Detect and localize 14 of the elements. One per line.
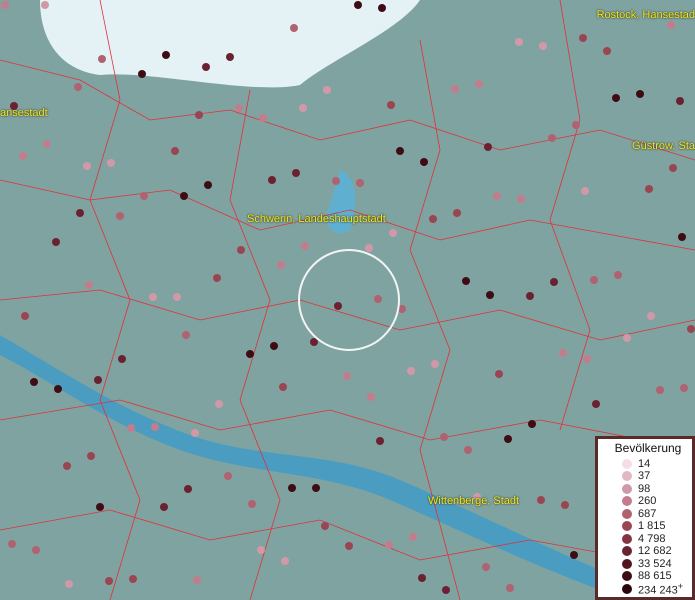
legend-title: Bevölkerung	[614, 440, 682, 454]
legend-label: 12 682	[638, 545, 672, 558]
legend-label: 33 524	[638, 558, 672, 570]
legend-label: 98	[638, 482, 650, 495]
legend-label: 234 243$^{+}$	[638, 580, 684, 597]
legend-label: 1 815	[638, 520, 666, 532]
place-label: Rostock, Hansestad	[596, 9, 695, 21]
legend-label: 687	[638, 508, 656, 520]
legend-label: 260	[638, 495, 656, 508]
legend-label: 88 615	[638, 570, 672, 582]
legend-label: 4 798	[638, 532, 666, 545]
legend-label: 14	[638, 458, 650, 470]
place-label: ansestadt	[0, 107, 48, 119]
legend-label: 37	[638, 470, 650, 482]
